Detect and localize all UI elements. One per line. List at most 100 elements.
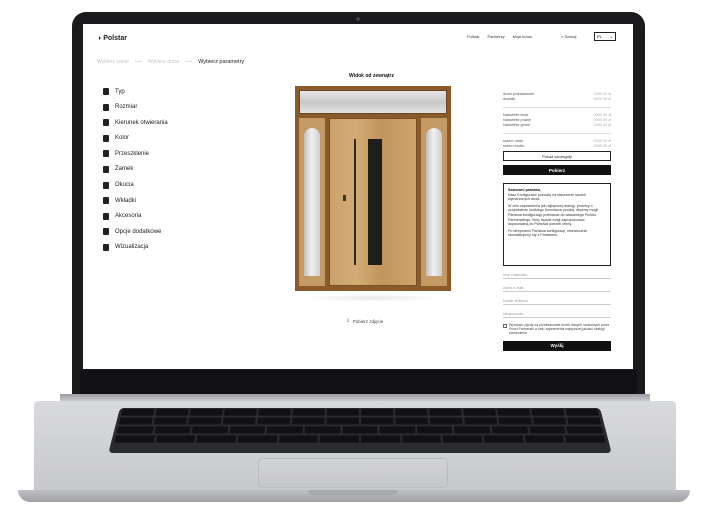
menu-item-size[interactable]: Rozmiar bbox=[103, 103, 168, 111]
door-sidelight-right bbox=[421, 118, 447, 286]
key bbox=[379, 426, 416, 434]
visualization-icon bbox=[103, 243, 109, 251]
menu-item-direction[interactable]: Kierunek otwierania bbox=[103, 119, 168, 127]
breadcrumb-step-panel[interactable]: Wybierz panel bbox=[97, 59, 129, 65]
key bbox=[498, 417, 533, 425]
breadcrumb-step-door[interactable]: Wybierz drzwi bbox=[148, 59, 179, 65]
key bbox=[291, 417, 325, 425]
key bbox=[155, 435, 196, 443]
trackpad bbox=[258, 458, 448, 488]
key bbox=[532, 417, 567, 425]
search-button[interactable]: ⌕ Szukaj bbox=[561, 34, 576, 39]
language-value: PL bbox=[597, 34, 602, 39]
key bbox=[189, 408, 223, 416]
key bbox=[153, 417, 188, 425]
key bbox=[319, 435, 360, 443]
price-value: 0000.00 zł bbox=[593, 97, 611, 101]
key bbox=[118, 417, 153, 425]
menu-item-label: Rozmiar bbox=[115, 104, 138, 111]
key bbox=[266, 426, 303, 434]
nav-link-partners[interactable]: Partnerzy bbox=[487, 34, 504, 39]
size-icon bbox=[103, 103, 109, 111]
chevron-down-icon: ⌄ bbox=[609, 34, 613, 39]
door-leaf bbox=[329, 118, 417, 286]
door-shadow bbox=[303, 294, 443, 302]
download-button[interactable]: Pobierz bbox=[503, 165, 611, 175]
key bbox=[326, 408, 359, 416]
laptop-screen: ◑ Polstar Polstar Partnerzy Moje konto ⌕… bbox=[83, 24, 633, 369]
key bbox=[401, 435, 442, 443]
divider bbox=[503, 107, 611, 108]
key bbox=[531, 408, 565, 416]
menu-item-inserts[interactable]: Wkładki bbox=[103, 197, 168, 205]
door-lock bbox=[343, 195, 346, 201]
laptop-mockup: ◑ Polstar Polstar Partnerzy Moje konto ⌕… bbox=[0, 0, 702, 515]
key bbox=[258, 408, 291, 416]
city-field[interactable]: Miejscowość bbox=[503, 309, 611, 318]
consent-checkbox[interactable] bbox=[503, 324, 507, 328]
key bbox=[464, 417, 498, 425]
nav-link-account[interactable]: Moje konto bbox=[513, 34, 533, 39]
options-icon bbox=[103, 228, 109, 236]
divider bbox=[503, 133, 611, 134]
phone-field[interactable]: Numer telefonu bbox=[503, 296, 611, 305]
keyboard-row bbox=[111, 434, 609, 443]
key bbox=[442, 435, 483, 443]
key bbox=[395, 408, 428, 416]
menu-item-label: Wkładki bbox=[115, 197, 137, 204]
key bbox=[191, 426, 229, 434]
menu-item-type[interactable]: Typ bbox=[103, 88, 168, 95]
key bbox=[292, 408, 325, 416]
config-menu: Typ Rozmiar Kierunek otwierania Kolor Pr… bbox=[103, 88, 168, 251]
direction-icon bbox=[103, 119, 109, 127]
keyboard-row bbox=[113, 425, 607, 434]
consent-checkbox-row[interactable]: Wyrażam zgodę na przetwarzanie moich dan… bbox=[503, 323, 611, 336]
price-row: dodatki 0000.00 zł bbox=[503, 97, 611, 102]
nav-link-polstar[interactable]: Polstar bbox=[467, 34, 479, 39]
key bbox=[529, 426, 566, 434]
sidelight-glass bbox=[304, 128, 320, 276]
download-icon: ⇩ bbox=[346, 318, 350, 323]
menu-item-label: Kolor bbox=[115, 135, 130, 142]
menu-item-options[interactable]: Opcje dodatkowe bbox=[103, 228, 168, 236]
menu-item-fittings[interactable]: Okucia bbox=[103, 181, 168, 189]
menu-item-lock[interactable]: Zamek bbox=[103, 165, 168, 173]
key bbox=[154, 426, 191, 434]
key bbox=[304, 426, 341, 434]
menu-item-label: Akcesoria bbox=[115, 213, 142, 220]
top-nav: ◑ Polstar bbox=[83, 24, 633, 52]
key bbox=[524, 435, 565, 443]
insert-icon bbox=[103, 197, 109, 205]
door-handle bbox=[354, 139, 356, 265]
key bbox=[116, 426, 154, 434]
language-select[interactable]: PL ⌄ bbox=[594, 32, 616, 41]
price-row: Naświetle górne 0000.00 zł bbox=[503, 123, 611, 128]
menu-item-accessories[interactable]: Akcesoria bbox=[103, 212, 168, 220]
menu-item-visualization[interactable]: Wizualizacja bbox=[103, 243, 168, 251]
nav-links: Polstar Partnerzy Moje konto bbox=[467, 34, 532, 39]
show-details-button[interactable]: Pokaż szczegóły bbox=[503, 151, 611, 161]
menu-item-label: Wizualizacja bbox=[115, 244, 149, 251]
key bbox=[361, 408, 394, 416]
laptop-notch bbox=[308, 490, 398, 495]
key bbox=[196, 435, 237, 443]
key bbox=[429, 417, 463, 425]
send-button[interactable]: Wyślij bbox=[503, 340, 611, 351]
price-row: razem brutto 0000.00 zł bbox=[503, 144, 611, 149]
door-leaf-glass bbox=[368, 139, 382, 265]
key bbox=[497, 408, 531, 416]
key bbox=[155, 408, 189, 416]
key bbox=[187, 417, 222, 425]
key bbox=[395, 417, 429, 425]
download-image-button[interactable]: ⇩ Pobierz zdjęcie bbox=[346, 318, 383, 324]
menu-item-glazing[interactable]: Przeszklenie bbox=[103, 150, 168, 158]
breadcrumb-step-params: Wybierz parametry bbox=[198, 59, 245, 65]
key bbox=[229, 426, 266, 434]
logo[interactable]: ◑ Polstar bbox=[97, 35, 127, 42]
arrow-right-icon: ⟶ bbox=[184, 59, 193, 65]
email-field[interactable]: Adres e-mail bbox=[503, 283, 611, 292]
name-field[interactable]: Imię i nazwisko bbox=[503, 270, 611, 279]
menu-item-color[interactable]: Kolor bbox=[103, 134, 168, 142]
logo-mark-icon: ◑ bbox=[97, 34, 102, 42]
key bbox=[222, 417, 256, 425]
